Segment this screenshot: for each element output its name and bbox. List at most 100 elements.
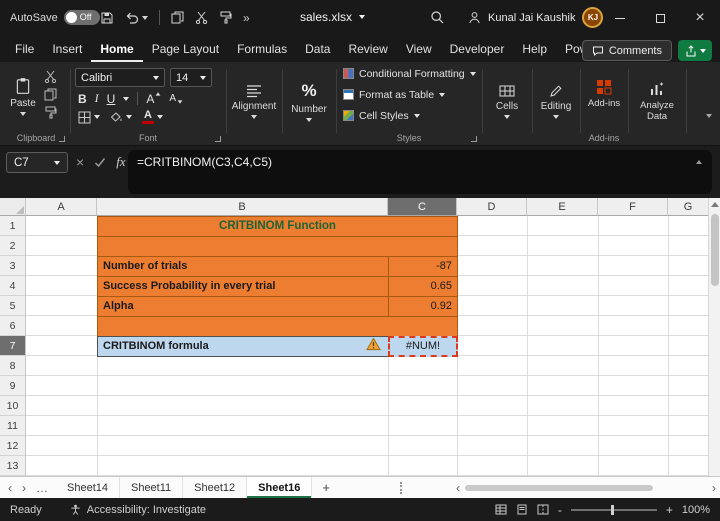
insert-function-icon[interactable]: fx bbox=[116, 154, 125, 170]
cell-b7-label[interactable]: CRITBINOM formula bbox=[97, 336, 389, 357]
undo-dropdown-icon[interactable] bbox=[142, 16, 148, 20]
font-dialog-launcher-icon[interactable] bbox=[215, 136, 221, 142]
zoom-in-button[interactable]: + bbox=[666, 503, 673, 517]
font-size-select[interactable]: 14 bbox=[170, 68, 212, 87]
tab-developer[interactable]: Developer bbox=[441, 37, 514, 62]
font-color-button[interactable]: A bbox=[142, 110, 163, 124]
zoom-out-button[interactable]: - bbox=[558, 503, 562, 517]
new-sheet-button[interactable]: + bbox=[312, 477, 340, 498]
copy-icon[interactable] bbox=[171, 11, 184, 24]
scroll-right-icon[interactable]: › bbox=[712, 481, 716, 495]
row-header-4[interactable]: 4 bbox=[0, 276, 26, 296]
scroll-left-icon[interactable]: ‹ bbox=[456, 481, 460, 495]
format-painter-icon[interactable] bbox=[44, 106, 57, 119]
underline-dropdown-icon[interactable] bbox=[123, 97, 129, 101]
cell-b3-label[interactable]: Number of trials bbox=[97, 256, 389, 277]
page-layout-view-icon[interactable] bbox=[516, 504, 528, 515]
row-header-12[interactable]: 12 bbox=[0, 436, 26, 456]
tab-home[interactable]: Home bbox=[91, 37, 142, 62]
share-button[interactable] bbox=[678, 40, 712, 61]
enter-icon[interactable] bbox=[94, 157, 106, 168]
row-header-9[interactable]: 9 bbox=[0, 376, 26, 396]
column-header-g[interactable]: G bbox=[668, 198, 708, 216]
maximize-button[interactable] bbox=[640, 0, 680, 36]
borders-button[interactable] bbox=[78, 111, 100, 124]
vertical-scrollbar[interactable] bbox=[708, 198, 720, 476]
zoom-slider-thumb[interactable] bbox=[611, 505, 614, 515]
add-ins-button[interactable]: Add-ins bbox=[582, 62, 626, 126]
cell-styles-button[interactable]: Cell Styles bbox=[343, 106, 480, 125]
close-button[interactable]: × bbox=[680, 0, 720, 36]
editing-group-button[interactable]: Editing bbox=[534, 62, 578, 140]
conditional-formatting-button[interactable]: Conditional Formatting bbox=[343, 64, 480, 83]
cell-b1-title[interactable]: CRITBINOM Function bbox=[97, 216, 458, 237]
decrease-font-button[interactable]: A bbox=[169, 93, 183, 104]
alignment-group-button[interactable]: Alignment bbox=[228, 62, 280, 140]
sheet-next-icon[interactable]: › bbox=[22, 481, 26, 495]
cell-b5-label[interactable]: Alpha bbox=[97, 296, 389, 317]
number-group-button[interactable]: % Number bbox=[284, 62, 334, 140]
cell-c7-selected-error[interactable]: #NUM! bbox=[388, 336, 458, 357]
formula-bar-collapse-icon[interactable] bbox=[696, 160, 702, 164]
row-header-10[interactable]: 10 bbox=[0, 396, 26, 416]
analyze-data-button[interactable]: Analyze Data bbox=[630, 62, 684, 140]
format-painter-icon[interactable] bbox=[219, 11, 232, 24]
bold-button[interactable]: B bbox=[78, 92, 87, 106]
copy-icon[interactable] bbox=[44, 88, 57, 101]
tab-formulas[interactable]: Formulas bbox=[228, 37, 296, 62]
row-header-3[interactable]: 3 bbox=[0, 256, 26, 276]
column-header-b[interactable]: B bbox=[97, 198, 388, 216]
sheet-prev-icon[interactable]: ‹ bbox=[8, 481, 12, 495]
row-header-13[interactable]: 13 bbox=[0, 456, 26, 476]
row-header-8[interactable]: 8 bbox=[0, 356, 26, 376]
scroll-up-icon[interactable] bbox=[711, 202, 719, 207]
clipboard-dialog-launcher-icon[interactable] bbox=[59, 136, 65, 142]
cancel-icon[interactable]: × bbox=[76, 154, 84, 170]
sheet-tab-sheet16-active[interactable]: Sheet16 bbox=[247, 477, 312, 498]
tab-scroll-splitter[interactable] bbox=[400, 482, 402, 494]
sheet-tab-sheet11[interactable]: Sheet11 bbox=[120, 477, 183, 498]
autosave-control[interactable]: AutoSave Off bbox=[10, 10, 100, 25]
save-icon[interactable] bbox=[100, 11, 114, 25]
toolbar-overflow-icon[interactable]: » bbox=[243, 11, 250, 25]
row-header-7[interactable]: 7 bbox=[0, 336, 26, 356]
cell-c4-value[interactable]: 0.65 bbox=[388, 276, 458, 297]
ribbon-collapse-icon[interactable] bbox=[706, 114, 712, 118]
cut-icon[interactable] bbox=[44, 70, 57, 83]
tab-review[interactable]: Review bbox=[339, 37, 396, 62]
horizontal-scroll-track[interactable] bbox=[465, 484, 707, 492]
tab-view[interactable]: View bbox=[397, 37, 441, 62]
cell-b2-empty[interactable] bbox=[97, 236, 458, 257]
row-header-1[interactable]: 1 bbox=[0, 216, 26, 236]
increase-font-button[interactable]: A bbox=[146, 92, 161, 106]
italic-button[interactable]: I bbox=[95, 91, 99, 106]
tab-data[interactable]: Data bbox=[296, 37, 339, 62]
comments-button[interactable]: Comments bbox=[582, 40, 672, 61]
cell-b6-empty[interactable] bbox=[97, 316, 458, 337]
minimize-button[interactable] bbox=[600, 0, 640, 36]
page-break-view-icon[interactable] bbox=[537, 504, 549, 515]
tab-file[interactable]: File bbox=[6, 37, 43, 62]
grid-body[interactable]: 1 2 3 4 5 6 7 8 9 10 11 12 13 CRITBINOM … bbox=[0, 216, 708, 476]
error-warning-icon[interactable] bbox=[366, 337, 381, 351]
zoom-slider[interactable] bbox=[571, 509, 657, 511]
tab-help[interactable]: Help bbox=[513, 37, 556, 62]
vertical-scroll-thumb[interactable] bbox=[711, 214, 719, 286]
horizontal-scrollbar[interactable]: ‹ › bbox=[452, 477, 720, 498]
column-header-c[interactable]: C bbox=[388, 198, 457, 216]
sheet-tab-sheet12[interactable]: Sheet12 bbox=[183, 477, 247, 498]
cut-icon[interactable] bbox=[195, 11, 208, 24]
formula-input[interactable]: =CRITBINOM(C3,C4,C5) bbox=[128, 150, 712, 194]
cells-group-button[interactable]: Cells bbox=[484, 62, 530, 140]
zoom-level[interactable]: 100% bbox=[682, 504, 710, 516]
format-as-table-button[interactable]: Format as Table bbox=[343, 85, 480, 104]
column-header-d[interactable]: D bbox=[457, 198, 527, 216]
cell-b4-label[interactable]: Success Probability in every trial bbox=[97, 276, 389, 297]
document-title[interactable]: sales.xlsx bbox=[300, 10, 365, 24]
horizontal-scroll-thumb[interactable] bbox=[465, 485, 653, 491]
select-all-corner[interactable] bbox=[0, 198, 26, 216]
row-header-6[interactable]: 6 bbox=[0, 316, 26, 336]
row-header-2[interactable]: 2 bbox=[0, 236, 26, 256]
styles-dialog-launcher-icon[interactable] bbox=[471, 136, 477, 142]
row-header-5[interactable]: 5 bbox=[0, 296, 26, 316]
